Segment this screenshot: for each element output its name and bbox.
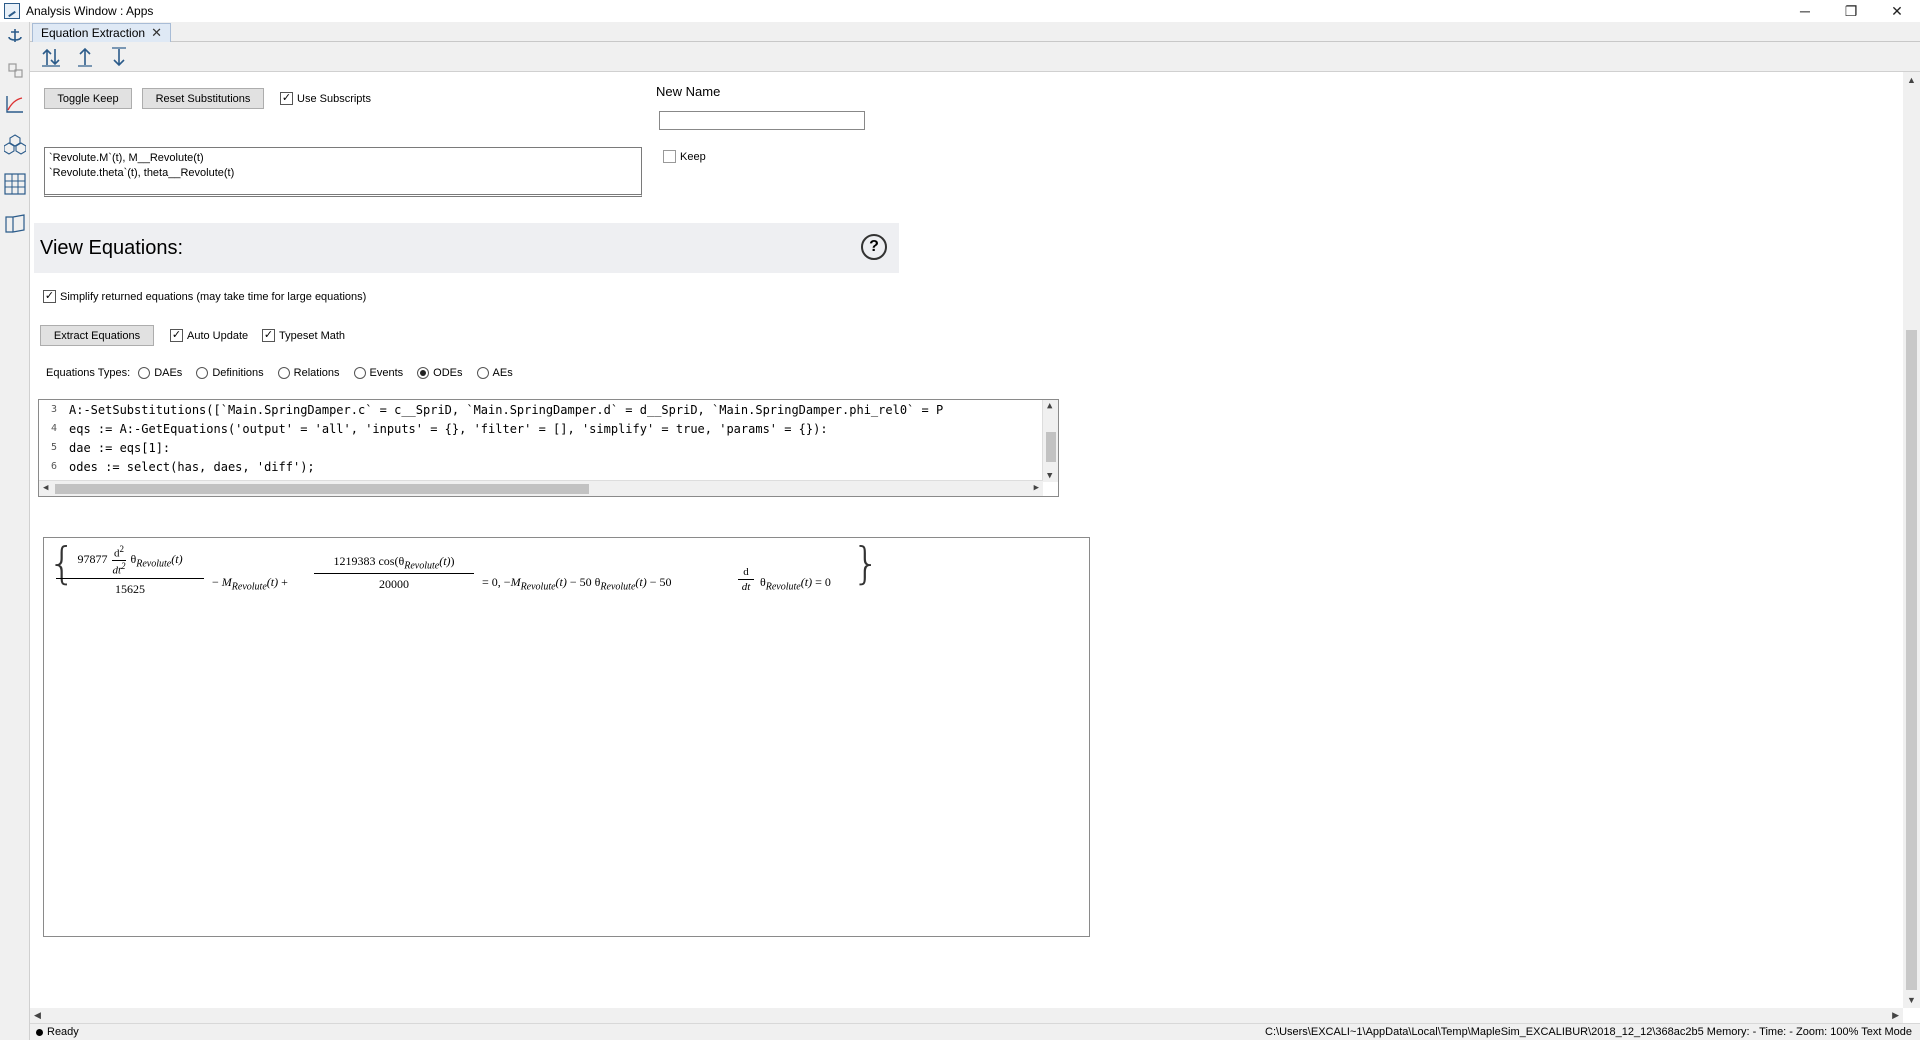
- status-dot-icon: [36, 1028, 43, 1036]
- cubes-icon[interactable]: [3, 132, 27, 156]
- list-item[interactable]: `Revolute.M`(t), M__Revolute(t): [49, 151, 637, 166]
- list-item[interactable]: `Revolute.theta`(t), theta__Revolute(t): [49, 166, 637, 181]
- auto-update-checkbox[interactable]: ✓ Auto Update: [170, 329, 248, 342]
- plot-icon[interactable]: [3, 92, 27, 116]
- scroll-left-icon[interactable]: ◀: [43, 483, 48, 493]
- fraction: 1219383 cos(θRevolute(t)) 20000: [314, 554, 474, 592]
- window-controls: ─ ❐ ✕: [1782, 0, 1920, 22]
- equation-types-label: Equations Types:: [46, 367, 131, 379]
- simplify-label: Simplify returned equations (may take ti…: [60, 290, 367, 303]
- radio-events[interactable]: Events: [353, 367, 403, 379]
- component-icon[interactable]: [3, 58, 27, 82]
- tab-close-icon[interactable]: ✕: [151, 25, 162, 41]
- page-horizontal-scrollbar[interactable]: ◀ ▶: [30, 1008, 1903, 1023]
- scroll-thumb[interactable]: [55, 484, 589, 494]
- window-title: Analysis Window : Apps: [26, 4, 154, 18]
- maximize-button[interactable]: ❐: [1828, 0, 1874, 22]
- checkbox-checked-icon: ✓: [280, 92, 293, 105]
- typeset-math-checkbox[interactable]: ✓ Typeset Math: [262, 329, 345, 342]
- scroll-up-icon[interactable]: ▲: [1047, 401, 1052, 411]
- grid-icon[interactable]: [3, 172, 27, 196]
- scroll-down-icon[interactable]: ▼: [1047, 471, 1052, 481]
- checkbox-checked-icon: ✓: [262, 329, 275, 342]
- scroll-left-icon[interactable]: ◀: [34, 1010, 41, 1021]
- checkbox-unchecked-icon: [663, 150, 676, 163]
- view-equations-header: View Equations: ?: [34, 223, 899, 273]
- use-subscripts-label: Use Subscripts: [297, 92, 371, 105]
- close-button[interactable]: ✕: [1874, 0, 1920, 22]
- app-icon: [4, 3, 20, 19]
- radio-relations[interactable]: Relations: [277, 367, 340, 379]
- keep-label: Keep: [680, 150, 706, 163]
- scroll-right-icon[interactable]: ▶: [1034, 483, 1039, 493]
- auto-update-label: Auto Update: [187, 329, 249, 342]
- status-bar: Ready C:\Users\EXCALI~1\AppData\Local\Te…: [30, 1023, 1920, 1040]
- math-output-area: { 97877 d2 dt2 θRevolute(t) 15625 − MRev…: [43, 537, 1090, 937]
- tab-label: Equation Extraction: [41, 26, 146, 40]
- toolbar: [30, 42, 1920, 72]
- reset-substitutions-button[interactable]: Reset Substitutions: [142, 88, 264, 109]
- arrow-up-icon[interactable]: [72, 44, 98, 70]
- page-vertical-scrollbar[interactable]: ▲ ▼: [1903, 72, 1920, 1008]
- right-brace: }: [852, 538, 880, 589]
- minimize-button[interactable]: ─: [1782, 0, 1828, 22]
- tab-equation-extraction[interactable]: Equation Extraction ✕: [32, 23, 171, 42]
- code-line: 3 A:-SetSubstitutions([`Main.SpringDampe…: [50, 402, 944, 417]
- toggle-keep-button[interactable]: Toggle Keep: [44, 88, 132, 109]
- checkbox-checked-icon: ✓: [43, 290, 56, 303]
- title-bar: Analysis Window : Apps ─ ❐ ✕: [0, 0, 1920, 22]
- code-line: 6 odes := select(has, daes, 'diff');: [50, 459, 315, 474]
- simplify-checkbox[interactable]: ✓ Simplify returned equations (may take …: [43, 290, 366, 303]
- extract-equations-button[interactable]: Extract Equations: [40, 325, 154, 346]
- scroll-down-icon[interactable]: ▼: [1907, 995, 1916, 1005]
- fraction: 97877 d2 dt2 θRevolute(t) 15625: [56, 544, 204, 597]
- radio-definitions[interactable]: Definitions: [196, 367, 264, 379]
- checkbox-checked-icon: ✓: [170, 329, 183, 342]
- radio-aes[interactable]: AEs: [476, 367, 513, 379]
- code-horizontal-scrollbar[interactable]: ◀ ▶: [39, 480, 1043, 496]
- scroll-right-icon[interactable]: ▶: [1892, 1010, 1899, 1021]
- radio-selected-icon: [417, 367, 430, 379]
- arrow-down-icon[interactable]: [106, 44, 132, 70]
- swap-up-down-icon[interactable]: [38, 44, 64, 70]
- radio-icon: [138, 367, 151, 379]
- anchor-icon[interactable]: [3, 24, 27, 48]
- radio-icon: [196, 367, 209, 379]
- code-vertical-scrollbar[interactable]: ▲ ▼: [1042, 400, 1058, 482]
- scroll-up-icon[interactable]: ▲: [1907, 75, 1916, 85]
- radio-icon: [476, 367, 489, 379]
- radio-odes[interactable]: ODEs: [417, 367, 463, 379]
- derivative-operator: d dt: [738, 566, 754, 593]
- typeset-math-label: Typeset Math: [279, 329, 346, 342]
- radio-daes[interactable]: DAEs: [138, 367, 182, 379]
- scroll-thumb[interactable]: [1046, 432, 1056, 462]
- scroll-thumb[interactable]: [1906, 330, 1917, 990]
- code-line: 4 eqs := A:-GetEquations('output' = 'all…: [50, 421, 828, 436]
- radio-icon: [277, 367, 290, 379]
- status-left: Ready: [36, 1026, 79, 1038]
- section-title: View Equations:: [40, 237, 184, 259]
- help-icon[interactable]: ?: [861, 234, 887, 260]
- new-name-input[interactable]: [659, 111, 865, 130]
- equation-types-row: Equations Types: DAEs Definitions Relati…: [46, 367, 527, 379]
- substitutions-list[interactable]: `Revolute.M`(t), M__Revolute(t) `Revolut…: [44, 147, 642, 197]
- tab-bar: Equation Extraction ✕: [30, 22, 1920, 42]
- code-line: 5 dae := eqs[1]:: [50, 440, 171, 455]
- new-name-label: New Name: [656, 84, 721, 99]
- content-area: Toggle Keep Reset Substitutions ✓ Use Su…: [30, 72, 1905, 1008]
- radio-icon: [353, 367, 366, 379]
- use-subscripts-checkbox[interactable]: ✓ Use Subscripts: [280, 92, 371, 105]
- keep-checkbox[interactable]: Keep: [663, 150, 706, 163]
- left-sidebar: [0, 22, 30, 1040]
- status-info: C:\Users\EXCALI~1\AppData\Local\Temp\Map…: [1265, 1026, 1912, 1038]
- status-text: Ready: [47, 1026, 79, 1038]
- code-editor[interactable]: 3 A:-SetSubstitutions([`Main.SpringDampe…: [38, 399, 1059, 497]
- book-icon[interactable]: [3, 212, 27, 236]
